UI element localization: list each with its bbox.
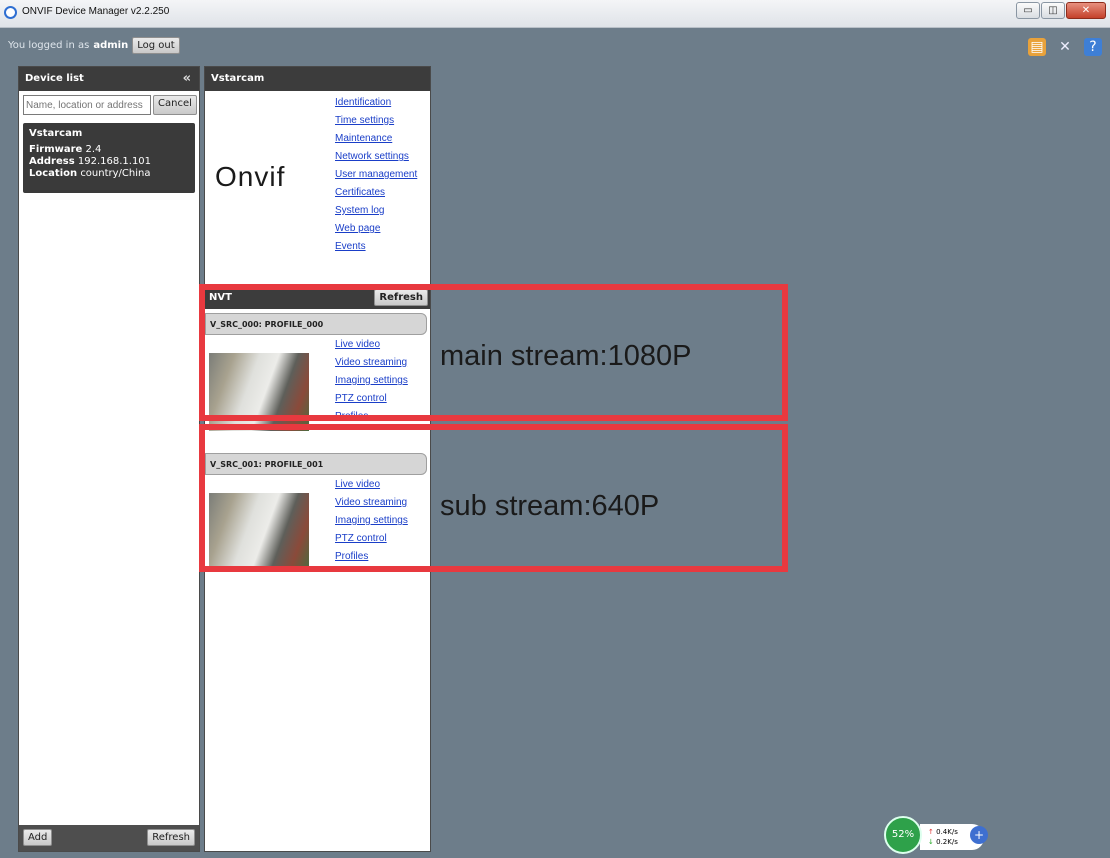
link-maintenance[interactable]: Maintenance — [335, 131, 417, 149]
device-name: Vstarcam — [29, 128, 83, 139]
device-panel-title: Vstarcam — [211, 73, 265, 84]
top-toolbar: ▤ ✕ ? — [1028, 38, 1102, 56]
link-events[interactable]: Events — [335, 239, 417, 257]
link-certificates[interactable]: Certificates — [335, 185, 417, 203]
device-list-title: Device list — [25, 73, 84, 84]
logout-button[interactable]: Log out — [132, 37, 180, 54]
device-panel-header: Vstarcam — [205, 67, 430, 91]
window-controls: ▭ ◫ ✕ — [1016, 2, 1106, 19]
login-status: You logged in as admin Log out — [8, 37, 180, 54]
network-monitor-widget[interactable]: ↑ 0.4K/s ↓ 0.2K/s 52% + — [884, 816, 994, 856]
login-username: admin — [93, 40, 129, 51]
onvif-app-icon — [4, 6, 17, 19]
about-icon[interactable]: ? — [1084, 38, 1102, 56]
tools-icon[interactable]: ✕ — [1056, 38, 1074, 56]
refresh-devices-button[interactable]: Refresh — [147, 829, 195, 846]
window-titlebar: ONVIF Device Manager v2.2.250 ▭ ◫ ✕ — [0, 0, 1110, 28]
close-button[interactable]: ✕ — [1066, 2, 1106, 19]
link-identification[interactable]: Identification — [335, 95, 417, 113]
cpu-usage-gauge: 52% — [884, 816, 922, 854]
link-time-settings[interactable]: Time settings — [335, 113, 417, 131]
device-item-vstarcam[interactable]: Vstarcam Firmware 2.4 Address 192.168.1.… — [23, 123, 195, 193]
device-firmware-row: Firmware 2.4 — [29, 144, 189, 156]
device-list-header: Device list « — [19, 67, 199, 91]
sub-stream-annotation: sub stream:640P — [440, 490, 660, 522]
device-links: Identification Time settings Maintenance… — [335, 95, 417, 257]
search-cancel-button[interactable]: Cancel — [153, 95, 197, 115]
firmware-value: 2.4 — [85, 144, 102, 155]
device-search-input[interactable] — [23, 95, 151, 115]
device-config-icon[interactable]: ▤ — [1028, 38, 1046, 56]
device-search-row: Cancel — [19, 91, 199, 119]
device-info-area: Onvif Identification Time settings Maint… — [205, 91, 430, 287]
maximize-button[interactable]: ◫ — [1041, 2, 1065, 19]
onvif-logo: Onvif — [215, 161, 286, 192]
link-network-settings[interactable]: Network settings — [335, 149, 417, 167]
link-system-log[interactable]: System log — [335, 203, 417, 221]
address-value: 192.168.1.101 — [77, 156, 152, 167]
location-label: Location — [29, 168, 78, 179]
device-list-footer: Add Refresh — [19, 825, 199, 851]
window-title: ONVIF Device Manager v2.2.250 — [22, 6, 170, 17]
boost-icon[interactable]: + — [970, 826, 988, 844]
address-label: Address — [29, 156, 75, 167]
login-prefix: You logged in as — [8, 40, 90, 51]
link-web-page[interactable]: Web page — [335, 221, 417, 239]
upload-speed: ↑ 0.4K/s — [928, 828, 958, 836]
device-address-row: Address 192.168.1.101 — [29, 156, 189, 168]
device-location-row: Location country/China — [29, 168, 189, 180]
collapse-icon[interactable]: « — [183, 71, 191, 86]
minimize-button[interactable]: ▭ — [1016, 2, 1040, 19]
link-user-management[interactable]: User management — [335, 167, 417, 185]
add-device-button[interactable]: Add — [23, 829, 53, 846]
location-value: country/China — [80, 168, 151, 179]
download-speed: ↓ 0.2K/s — [928, 838, 958, 846]
firmware-label: Firmware — [29, 144, 83, 155]
device-list-panel: Device list « Cancel Vstarcam Firmware 2… — [18, 66, 200, 852]
main-stream-annotation: main stream:1080P — [440, 340, 692, 372]
